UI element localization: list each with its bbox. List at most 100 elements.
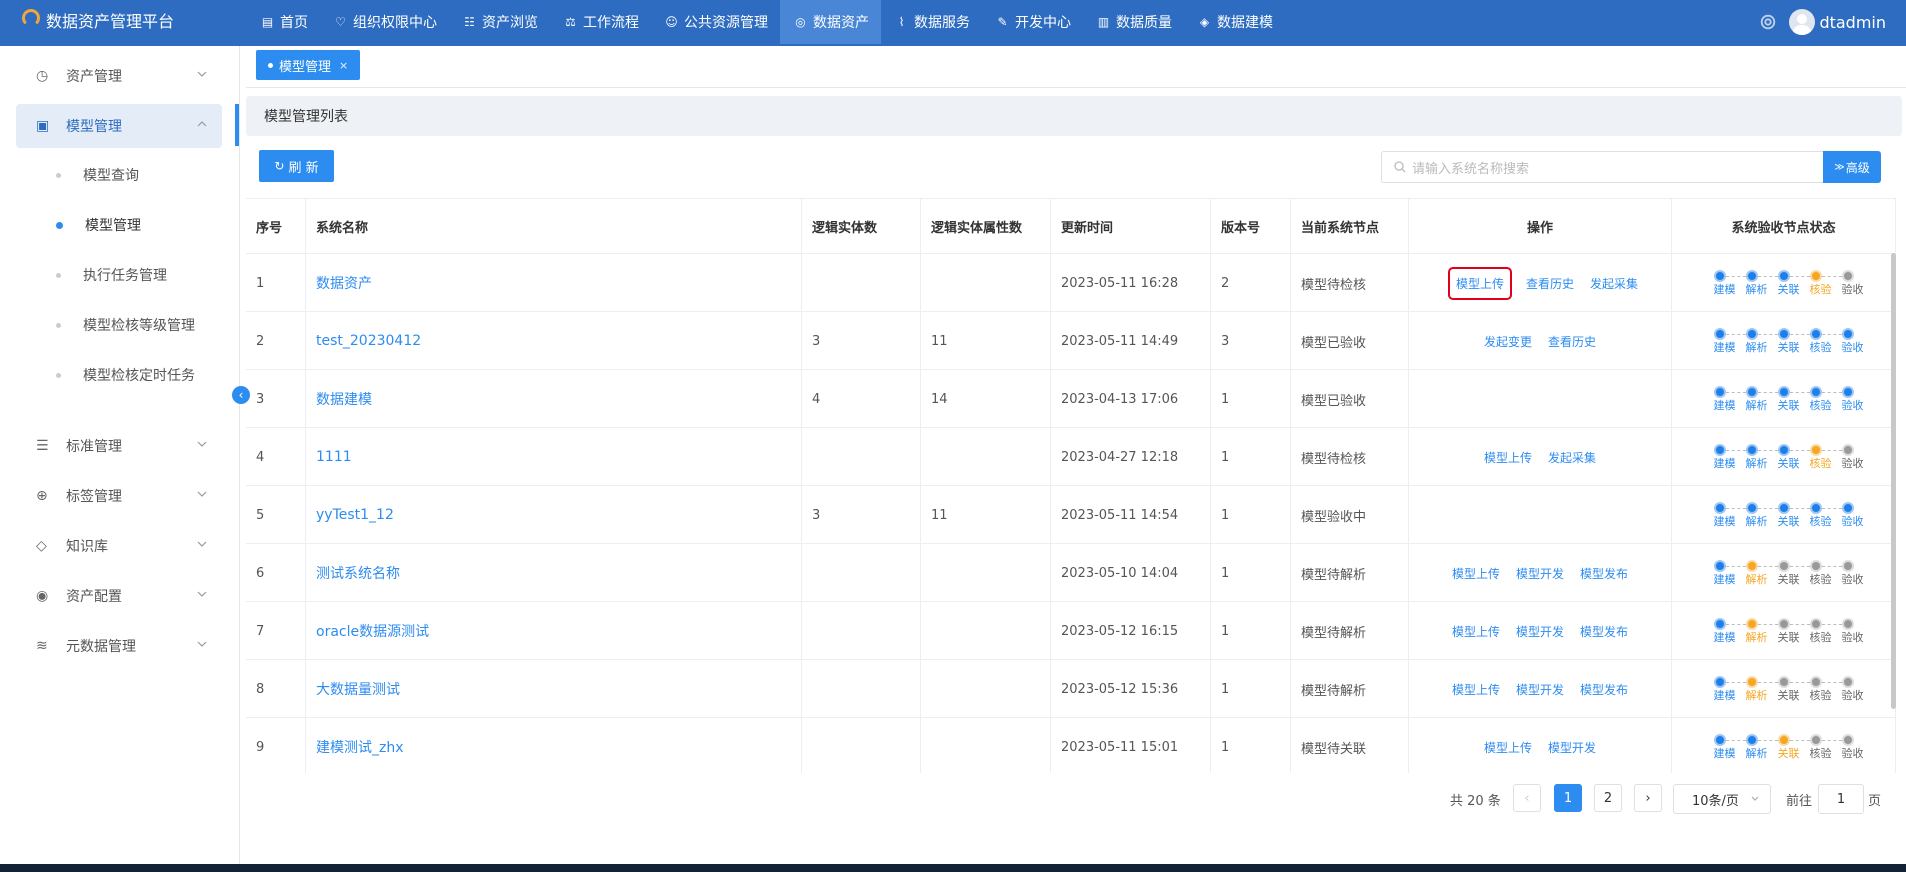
op-link[interactable]: 模型上传	[1452, 681, 1500, 698]
system-name-link[interactable]: 数据资产	[306, 254, 802, 312]
stage-node-icon	[1713, 328, 1726, 340]
stage-step: 建模	[1704, 328, 1746, 354]
goto-page-input[interactable]: 1	[1818, 784, 1864, 814]
op-link[interactable]: 查看历史	[1548, 333, 1596, 350]
op-link[interactable]: 模型发布	[1580, 681, 1628, 698]
page-size-select[interactable]: 10条/页	[1673, 784, 1771, 814]
sidebar-item-0[interactable]: ◷ 资产管理	[16, 54, 222, 98]
stage-label: 解析	[1745, 573, 1768, 586]
system-name-link[interactable]: 测试系统名称	[306, 544, 802, 602]
op-link[interactable]: 模型发布	[1580, 565, 1628, 582]
brand[interactable]: 数据资产管理平台	[22, 0, 174, 40]
nav-item-9[interactable]: ◈ 数据建模	[1184, 0, 1285, 44]
avatar[interactable]	[1789, 9, 1816, 35]
stage-label: 建模	[1713, 689, 1736, 702]
pagination-total: 共 20 条	[1450, 793, 1501, 809]
sidebar-item-4[interactable]: ◇ 知识库	[16, 524, 222, 568]
sidebar-item-1[interactable]: ▣ 模型管理	[16, 104, 222, 148]
stage-node-icon	[1841, 618, 1854, 630]
submenu-dot	[56, 221, 63, 229]
page-2-button[interactable]: 2	[1594, 784, 1622, 812]
nav-item-2[interactable]: ☷ 资产浏览	[449, 0, 550, 44]
stage-node-icon	[1841, 502, 1854, 514]
stage-label: 关联	[1777, 283, 1800, 296]
search-input[interactable]: 请输入系统名称搜索	[1381, 151, 1823, 183]
stage-step: 关联	[1768, 676, 1810, 702]
nav-item-label: 组织权限中心	[353, 15, 437, 31]
system-name-link[interactable]: test_20230412	[306, 312, 802, 370]
op-link[interactable]: 模型发布	[1580, 623, 1628, 640]
nav-item-label: 首页	[280, 15, 308, 31]
nav-item-3[interactable]: ⚖ 工作流程	[550, 0, 651, 44]
settings-icon[interactable]	[1759, 13, 1777, 31]
system-name-link[interactable]: 大数据量测试	[306, 660, 802, 718]
page-1-button[interactable]: 1	[1554, 784, 1582, 812]
system-name-link[interactable]: 数据建模	[306, 370, 802, 428]
table-scrollbar[interactable]	[1891, 253, 1896, 709]
op-link[interactable]: 模型开发	[1548, 739, 1596, 756]
system-name-link[interactable]: oracle数据源测试	[306, 602, 802, 660]
op-link[interactable]: 模型开发	[1516, 565, 1564, 582]
entity-count: 3	[802, 486, 921, 544]
system-name-link[interactable]: 1111	[306, 428, 802, 486]
people-icon: ☺	[665, 15, 678, 29]
op-link[interactable]: 模型上传	[1452, 623, 1500, 640]
operations-cell: 模型上传 模型开发 模型发布	[1409, 660, 1672, 718]
op-link[interactable]: 查看历史	[1526, 275, 1574, 292]
submenu-item-1[interactable]: 模型管理	[56, 210, 141, 240]
nav-item-7[interactable]: ✎ 开发中心	[982, 0, 1083, 44]
op-link[interactable]: 模型开发	[1516, 623, 1564, 640]
op-link[interactable]: 发起采集	[1548, 449, 1596, 466]
op-link[interactable]: 模型上传	[1452, 565, 1500, 582]
nav-item-5[interactable]: ◎ 数据资产	[780, 0, 881, 44]
close-icon[interactable]: ×	[339, 59, 348, 72]
stage-node-icon	[1777, 676, 1790, 688]
advanced-search-button[interactable]: ≫ 高级	[1823, 151, 1881, 183]
op-link[interactable]: 模型上传	[1447, 266, 1512, 300]
username[interactable]: dtadmin	[1819, 13, 1886, 32]
user-area: dtadmin	[1759, 0, 1886, 44]
sidebar-item-6[interactable]: ≋ 元数据管理	[16, 624, 222, 668]
op-link[interactable]: 发起采集	[1590, 275, 1638, 292]
nav-item-8[interactable]: ▥ 数据质量	[1083, 0, 1184, 44]
system-name-link[interactable]: 建模测试_zhx	[306, 718, 802, 773]
entity-count: 3	[802, 312, 921, 370]
version: 1	[1211, 602, 1291, 660]
op-link[interactable]: 模型上传	[1484, 739, 1532, 756]
stage-node-icon	[1777, 270, 1790, 282]
sidebar-item-5[interactable]: ◉ 资产配置	[16, 574, 222, 618]
stage-node-icon	[1745, 270, 1758, 282]
submenu-item-0[interactable]: 模型查询	[56, 160, 139, 190]
stage-node-icon	[1777, 502, 1790, 514]
stage-node-icon	[1809, 270, 1822, 282]
stage-step: 核验	[1800, 270, 1842, 296]
nav-item-label: 数据资产	[813, 15, 869, 31]
stage-step: 关联	[1768, 560, 1810, 586]
stage-connector	[1757, 566, 1778, 567]
submenu-item-2[interactable]: 执行任务管理	[56, 260, 167, 290]
stage-label: 验收	[1841, 283, 1864, 296]
nav-item-0[interactable]: ▤ 首页	[249, 0, 320, 44]
nav-item-label: 资产浏览	[482, 15, 538, 31]
table-row: 9 建模测试_zhx 2023-05-11 15:01 1 模型待关联 模型上传 模型开发建…	[246, 718, 1896, 773]
tab-model-management[interactable]: 模型管理 ×	[256, 50, 361, 80]
op-link[interactable]: 发起变更	[1484, 333, 1532, 350]
nav-item-4[interactable]: ☺ 公共资源管理	[651, 0, 780, 44]
prev-page-button[interactable]: ‹	[1513, 784, 1541, 812]
nav-item-1[interactable]: ♡ 组织权限中心	[320, 0, 449, 44]
submenu-item-3[interactable]: 模型检核等级管理	[56, 310, 195, 340]
system-name-link[interactable]: yyTest1_12	[306, 486, 802, 544]
sidebar-item-3[interactable]: ⊕ 标签管理	[16, 474, 222, 518]
sidebar-item-2[interactable]: ☰ 标准管理	[16, 424, 222, 468]
row-number: 8	[246, 660, 306, 718]
chevron-left-icon: ‹	[238, 388, 244, 402]
op-link[interactable]: 模型上传	[1484, 449, 1532, 466]
next-page-button[interactable]: ›	[1634, 784, 1662, 812]
op-link[interactable]: 模型开发	[1516, 681, 1564, 698]
search-placeholder: 请输入系统名称搜索	[1412, 161, 1530, 177]
stage-step: 验收	[1832, 618, 1864, 644]
refresh-button[interactable]: ↻ 刷 新	[259, 150, 334, 182]
submenu-item-4[interactable]: 模型检核定时任务	[56, 360, 195, 390]
stage-step: 关联	[1768, 270, 1810, 296]
nav-item-6[interactable]: ⌇ 数据服务	[881, 0, 982, 44]
